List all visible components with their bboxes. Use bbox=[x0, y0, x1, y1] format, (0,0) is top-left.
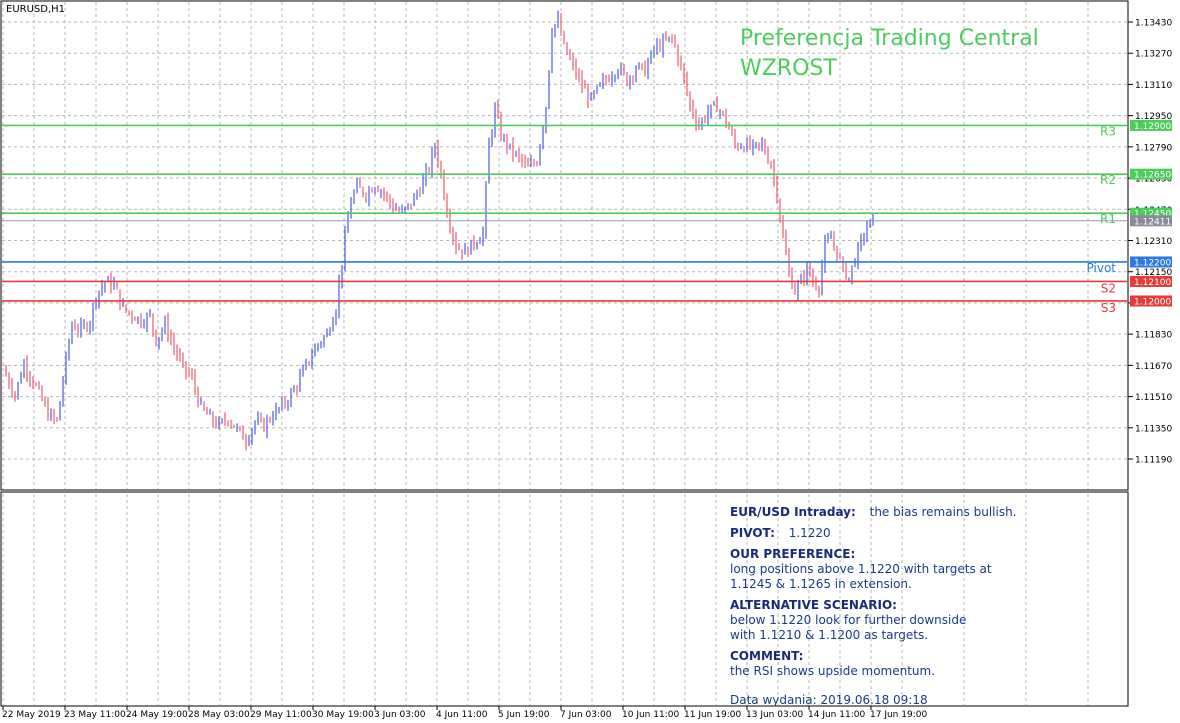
level-label-pivot: Pivot bbox=[1087, 261, 1117, 275]
time-tick-label: 11 Jun 19:00 bbox=[684, 710, 741, 720]
time-tick-label: 3 Jun 03:00 bbox=[374, 710, 426, 720]
time-tick-label: 7 Jun 03:00 bbox=[560, 710, 612, 720]
comment-text: the RSI shows upside momentum. bbox=[730, 664, 936, 678]
intraday-row: EUR/USD Intraday: the bias remains bulli… bbox=[730, 505, 1170, 520]
price-tick-label: 1.13110 bbox=[1135, 81, 1172, 91]
time-tick-label: 28 May 03:00 bbox=[188, 710, 250, 720]
analysis-commentary: EUR/USD Intraday: the bias remains bulli… bbox=[730, 505, 1170, 708]
intraday-text: the bias remains bullish. bbox=[869, 505, 1017, 519]
level-label-r3: R3 bbox=[1100, 124, 1116, 138]
time-tick-label: 14 Jun 11:00 bbox=[808, 710, 865, 720]
price-tag-text: 1.12200 bbox=[1134, 258, 1171, 268]
price-tag-text: 1.12000 bbox=[1134, 297, 1171, 307]
price-tick-label: 1.12310 bbox=[1135, 237, 1172, 247]
price-tag-text: 1.12100 bbox=[1134, 278, 1171, 288]
pivot-value: 1.1220 bbox=[788, 526, 831, 540]
price-tick-label: 1.13270 bbox=[1135, 50, 1172, 60]
price-tag-text: 1.12650 bbox=[1134, 171, 1171, 181]
time-tick-label: 29 May 11:00 bbox=[250, 710, 312, 720]
release-date: Data wydania: 2019.06.18 09:18 bbox=[730, 693, 928, 707]
preference-overlay: Preferencja Trading Central WZROST bbox=[740, 24, 1039, 84]
alternative-line-1: below 1.1220 look for further downside bbox=[730, 613, 967, 627]
time-tick-label: 23 May 11:00 bbox=[64, 710, 126, 720]
price-tick-label: 1.12790 bbox=[1135, 143, 1172, 153]
price-tick-label: 1.11350 bbox=[1135, 424, 1172, 434]
preference-line-1: long positions above 1.1220 with targets… bbox=[730, 562, 992, 576]
price-tick-label: 1.11670 bbox=[1135, 362, 1172, 372]
price-tick-label: 1.11190 bbox=[1135, 456, 1172, 466]
time-tick-label: 24 May 19:00 bbox=[126, 710, 188, 720]
intraday-label: EUR/USD Intraday: bbox=[730, 505, 856, 519]
preference-direction: WZROST bbox=[740, 56, 837, 81]
current-price-text: 1.12411 bbox=[1134, 217, 1171, 227]
alternative-block: ALTERNATIVE SCENARIO: below 1.1220 look … bbox=[730, 598, 1170, 643]
price-tick-label: 1.13430 bbox=[1135, 19, 1172, 29]
price-tick-label: 1.11830 bbox=[1135, 331, 1172, 341]
time-tick-label: 17 Jun 19:00 bbox=[870, 710, 927, 720]
alternative-line-2: with 1.1210 & 1.1200 as targets. bbox=[730, 628, 929, 642]
level-label-s2: S2 bbox=[1101, 281, 1116, 295]
time-tick-label: 5 Jun 19:00 bbox=[498, 710, 550, 720]
preference-title: Preferencja Trading Central bbox=[740, 26, 1039, 51]
time-tick-label: 30 May 19:00 bbox=[312, 710, 374, 720]
comment-block: COMMENT: the RSI shows upside momentum. bbox=[730, 649, 1170, 679]
time-tick-label: 13 Jun 03:00 bbox=[746, 710, 803, 720]
preference-label: OUR PREFERENCE: bbox=[730, 547, 856, 561]
price-tick-label: 1.11510 bbox=[1135, 393, 1172, 403]
level-label-r2: R2 bbox=[1100, 173, 1116, 187]
alternative-label: ALTERNATIVE SCENARIO: bbox=[730, 598, 897, 612]
preference-line-2: 1.1245 & 1.1265 in extension. bbox=[730, 577, 912, 591]
pivot-row: PIVOT: 1.1220 bbox=[730, 526, 1170, 541]
symbol-label: EURUSD,H1 bbox=[6, 4, 66, 15]
price-tag-text: 1.12900 bbox=[1134, 122, 1171, 132]
time-tick-label: 4 Jun 11:00 bbox=[436, 710, 488, 720]
preference-block: OUR PREFERENCE: long positions above 1.1… bbox=[730, 547, 1170, 592]
pivot-label: PIVOT: bbox=[730, 526, 775, 540]
time-tick-label: 10 Jun 11:00 bbox=[622, 710, 679, 720]
level-label-s3: S3 bbox=[1101, 301, 1116, 315]
comment-label: COMMENT: bbox=[730, 649, 804, 663]
time-tick-label: 22 May 2019 bbox=[2, 710, 61, 720]
level-label-r1: R1 bbox=[1100, 212, 1116, 226]
